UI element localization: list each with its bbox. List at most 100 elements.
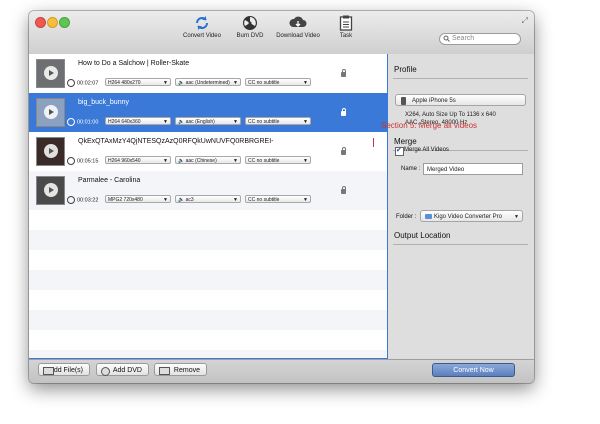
toolbar: ⤢ Convert Video Burn DVD Download Video …	[29, 11, 534, 55]
bottom-bar: Add File(s) Add DVD Remove Convert Now	[29, 359, 534, 383]
empty-row	[29, 270, 387, 290]
audio-track-select[interactable]: 🔈 aac (Undetermined) ▼	[175, 78, 241, 86]
download-video-label: Download Video	[276, 33, 320, 39]
play-icon[interactable]	[44, 105, 58, 119]
audio-track-select[interactable]: 🔈 ac3 ▼	[175, 195, 241, 203]
clock-icon	[67, 157, 75, 165]
folder-select[interactable]: Kigo Video Converter Pro ▼	[420, 210, 523, 222]
zoom-window-button[interactable]	[59, 17, 70, 28]
add-files-button[interactable]: Add File(s)	[38, 363, 90, 376]
divider	[393, 244, 528, 245]
burn-dvd-label: Burn DVD	[236, 33, 264, 39]
merge-all-checkbox[interactable]	[395, 146, 404, 156]
minimize-window-button[interactable]	[47, 17, 58, 28]
subtitle-select[interactable]: CC no subtitle ▼	[245, 78, 311, 86]
merge-name-label: Name :	[401, 166, 421, 172]
add-files-label: Add File(s)	[49, 367, 83, 374]
file-duration: 00:01:00	[77, 119, 99, 126]
lock-icon[interactable]	[341, 69, 346, 77]
remove-button[interactable]: Remove	[154, 363, 207, 376]
cc-label: CC	[248, 197, 256, 203]
file-title: QkExQTAxMzY4QjNTESQzAzQ0RFQkUwNUVFQ0RBRG…	[78, 138, 274, 145]
lock-icon[interactable]	[341, 108, 346, 116]
file-row[interactable]: Parmalee - Carolina 00:03:22 MPG2 720x48…	[29, 171, 387, 210]
merge-heading: Merge	[394, 137, 417, 146]
cc-label: CC	[248, 119, 256, 125]
audio-icon: 🔈	[178, 80, 185, 86]
video-thumbnail	[36, 176, 65, 205]
subtitle-select[interactable]: CC no subtitle ▼	[245, 195, 311, 203]
audio-track-select[interactable]: 🔈 aac (English) ▼	[175, 117, 241, 125]
convert-icon	[196, 16, 208, 30]
dvd-icon	[101, 367, 110, 376]
file-title: Parmalee - Carolina	[78, 177, 141, 184]
profile-info-line: X264, Auto Size Up To 1136 x 640	[405, 112, 496, 118]
audio-icon: 🔈	[178, 197, 185, 203]
subtitle-value: no subtitle	[256, 119, 280, 125]
video-thumbnail	[36, 98, 65, 127]
empty-row	[29, 310, 387, 330]
video-format-value: H264 480x270	[108, 80, 141, 86]
clock-icon	[67, 79, 75, 87]
file-list: How to Do a Salchow | Roller-Skate 00:02…	[29, 54, 388, 359]
file-duration: 00:05:15	[77, 158, 99, 165]
play-icon[interactable]	[44, 144, 58, 158]
annotation-callout: Section 5: Merge all videos	[381, 121, 478, 130]
output-location-heading: Output Location	[394, 231, 451, 240]
burn-icon	[243, 16, 257, 30]
add-dvd-button[interactable]: Add DVD	[96, 363, 149, 376]
convert-now-button[interactable]: Convert Now	[432, 363, 515, 377]
video-format-value: H264 960x540	[108, 158, 141, 164]
clock-icon	[67, 118, 75, 126]
video-format-select[interactable]: H264 480x270 ▼	[105, 78, 171, 86]
subtitle-value: no subtitle	[256, 158, 280, 164]
search-placeholder: Search	[452, 34, 475, 42]
chevron-down-icon: ▼	[514, 214, 519, 220]
audio-track-value: aac (Chinese)	[185, 158, 217, 164]
play-icon[interactable]	[44, 66, 58, 80]
task-button[interactable]: Task	[318, 15, 374, 39]
profile-device: Apple iPhone 5s	[412, 98, 456, 104]
folder-icon	[425, 214, 432, 219]
audio-track-select[interactable]: 🔈 aac (Chinese) ▼	[175, 156, 241, 164]
file-row-selected[interactable]: big_buck_bunny 00:01:00 H264 640x360 ▼ 🔈 …	[29, 93, 387, 132]
lock-icon[interactable]	[341, 147, 346, 155]
fullscreen-icon[interactable]: ⤢	[522, 16, 528, 26]
subtitle-value: no subtitle	[256, 197, 280, 203]
merge-name-input[interactable]: Merged Video	[423, 163, 523, 175]
play-icon[interactable]	[44, 183, 58, 197]
video-format-select[interactable]: H264 640x360 ▼	[105, 117, 171, 125]
remove-label: Remove	[173, 367, 200, 374]
profile-heading: Profile	[394, 65, 417, 74]
divider	[393, 78, 528, 79]
app-window: ⤢ Convert Video Burn DVD Download Video …	[29, 11, 534, 383]
search-icon	[443, 35, 450, 44]
file-row[interactable]: QkExQTAxMzY4QjNTESQzAzQ0RFQkUwNUVFQ0RBRG…	[29, 132, 387, 171]
audio-track-value: aac (English)	[185, 119, 215, 125]
merge-all-label: Merge All Videos	[404, 147, 449, 153]
close-window-button[interactable]	[35, 17, 46, 28]
audio-icon: 🔈	[178, 158, 185, 164]
file-duration: 00:03:22	[77, 197, 99, 204]
audio-track-value: ac3	[185, 197, 194, 203]
search-input[interactable]: Search	[439, 33, 521, 45]
file-title: How to Do a Salchow | Roller-Skate	[78, 60, 190, 67]
convert-video-label: Convert Video	[183, 33, 221, 39]
empty-row	[29, 230, 387, 250]
video-format-value: MPG2 720x480	[108, 197, 143, 203]
folder-label: Folder :	[396, 214, 417, 220]
lock-icon[interactable]	[341, 186, 346, 194]
cc-label: CC	[248, 80, 256, 86]
profile-select[interactable]: Apple iPhone 5s	[395, 94, 526, 106]
audio-track-value: aac (Undetermined)	[185, 80, 230, 86]
video-thumbnail	[36, 59, 65, 88]
video-format-select[interactable]: MPG2 720x480 ▼	[105, 195, 171, 203]
file-row[interactable]: How to Do a Salchow | Roller-Skate 00:02…	[29, 54, 387, 93]
subtitle-select[interactable]: CC no subtitle ▼	[245, 117, 311, 125]
video-format-select[interactable]: H264 960x540 ▼	[105, 156, 171, 164]
task-icon	[339, 15, 353, 31]
empty-row	[29, 350, 387, 358]
phone-icon	[401, 97, 406, 105]
add-file-icon	[43, 367, 54, 375]
subtitle-select[interactable]: CC no subtitle ▼	[245, 156, 311, 164]
